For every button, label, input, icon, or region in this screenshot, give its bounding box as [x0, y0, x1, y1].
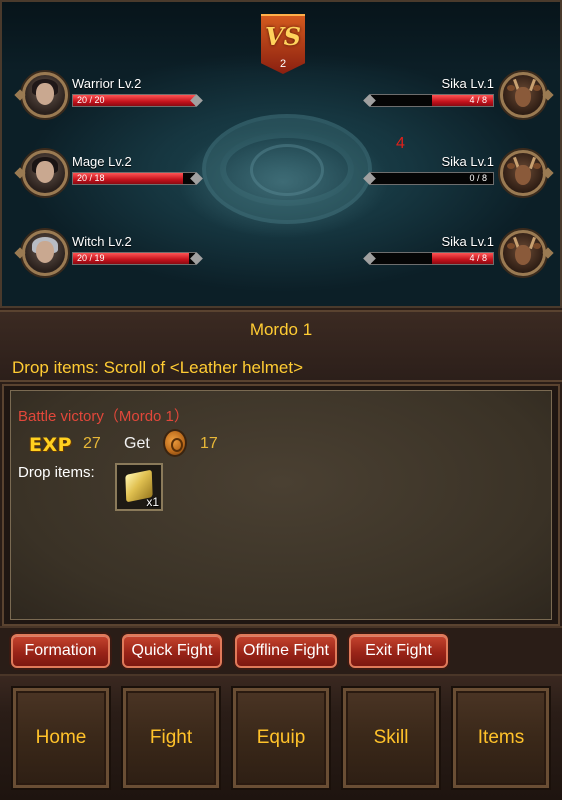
enemy-unit-sika-1[interactable]: Sika Lv.1 4 / 8: [363, 72, 550, 118]
drop-item-quantity: x1: [146, 495, 159, 509]
hp-text: 0 / 8: [469, 173, 487, 183]
hp-bar: 4 / 8: [363, 94, 494, 107]
exp-icon: EXP: [29, 434, 73, 456]
hp-bar: 4 / 8: [363, 252, 494, 265]
exit-fight-button[interactable]: Exit Fight: [349, 634, 448, 668]
warrior-portrait-icon: [22, 72, 68, 118]
gold-value: 17: [200, 435, 218, 452]
hp-text: 4 / 8: [469, 253, 487, 263]
witch-portrait-icon: [22, 230, 68, 276]
nav-fight[interactable]: Fight: [123, 688, 219, 788]
deer-portrait-icon: [500, 72, 546, 118]
battle-result-log[interactable]: Battle victory（Mordo 1） EXP 27 Get 17 Dr…: [10, 390, 552, 620]
vs-banner-icon: VS 2: [261, 14, 305, 74]
nav-home[interactable]: Home: [13, 688, 109, 788]
quick-fight-button[interactable]: Quick Fight: [122, 634, 222, 668]
victory-message: Battle victory（Mordo 1）: [18, 408, 189, 425]
ally-unit-mage[interactable]: Mage Lv.2 20 / 18: [20, 150, 210, 196]
unit-name: Warrior Lv.2: [72, 76, 142, 91]
battle-arena: VS 2 Warrior Lv.2 20 / 20 Mage Lv.2 20 /…: [0, 0, 562, 308]
drop-item-slot[interactable]: x1: [115, 463, 163, 511]
unit-name: Sika Lv.1: [441, 154, 494, 169]
hp-text: 4 / 8: [469, 95, 487, 105]
stage-drop-info: Drop items: Scroll of <Leather helmet>: [12, 358, 304, 377]
exp-value: 27: [83, 435, 101, 452]
fight-action-bar: Formation Quick Fight Offline Fight Exit…: [0, 626, 562, 676]
formation-button[interactable]: Formation: [11, 634, 110, 668]
deer-portrait-icon: [500, 230, 546, 276]
damage-popup: 4: [396, 135, 405, 152]
offline-fight-button[interactable]: Offline Fight: [235, 634, 337, 668]
round-counter: 2: [279, 58, 287, 70]
hp-bar: 0 / 8: [363, 172, 494, 185]
drop-items-label: Drop items:: [18, 464, 95, 481]
unit-name: Sika Lv.1: [441, 76, 494, 91]
deer-portrait-icon: [500, 150, 546, 196]
hp-bar: 20 / 19: [72, 252, 203, 265]
hp-bar: 20 / 18: [72, 172, 203, 185]
arena-magic-circle-inner: [250, 144, 324, 196]
bottom-navigation: Home Fight Equip Skill Items: [0, 676, 562, 800]
hp-text: 20 / 18: [77, 173, 105, 183]
stage-title: Mordo 1: [249, 320, 313, 339]
hp-bar: 20 / 20: [72, 94, 203, 107]
mage-portrait-icon: [22, 150, 68, 196]
nav-skill[interactable]: Skill: [343, 688, 439, 788]
hp-text: 20 / 20: [77, 95, 105, 105]
battle-result-frame: Battle victory（Mordo 1） EXP 27 Get 17 Dr…: [2, 384, 560, 626]
gold-coin-icon: [163, 429, 187, 457]
nav-equip[interactable]: Equip: [233, 688, 329, 788]
unit-name: Mage Lv.2: [72, 154, 132, 169]
unit-name: Witch Lv.2: [72, 234, 132, 249]
vs-label: VS: [265, 22, 301, 51]
hp-text: 20 / 19: [77, 253, 105, 263]
unit-name: Sika Lv.1: [441, 234, 494, 249]
enemy-unit-sika-3[interactable]: Sika Lv.1 4 / 8: [363, 230, 550, 276]
ally-unit-witch[interactable]: Witch Lv.2 20 / 19: [20, 230, 210, 276]
enemy-unit-sika-2[interactable]: Sika Lv.1 0 / 8: [363, 150, 550, 196]
stage-info-panel: Mordo 1 Drop items: Scroll of <Leather h…: [0, 310, 562, 382]
get-label: Get: [124, 435, 150, 452]
ally-unit-warrior[interactable]: Warrior Lv.2 20 / 20: [20, 72, 210, 118]
nav-items[interactable]: Items: [453, 688, 549, 788]
